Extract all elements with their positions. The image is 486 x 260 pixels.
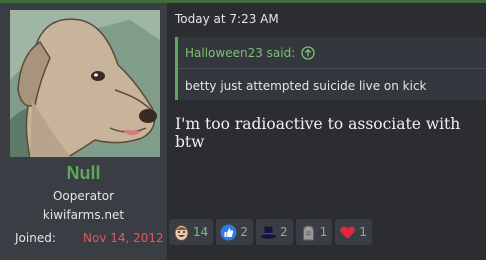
forum-post: Null Ooperator kiwifarms.net Joined: Nov… <box>0 3 486 260</box>
reaction-rip[interactable]: 1 <box>295 219 333 245</box>
reaction-heart[interactable]: 1 <box>335 219 372 245</box>
reaction-laugh-count: 14 <box>193 225 209 239</box>
message-body: I'm too radioactive to associate with bt… <box>175 115 461 151</box>
avatar[interactable] <box>10 10 160 157</box>
arrow-up-circle-icon[interactable] <box>301 46 315 60</box>
quote-text: betty just attempted suicide live on kic… <box>185 79 427 93</box>
user-panel: Null Ooperator kiwifarms.net Joined: Nov… <box>0 3 167 260</box>
heart-icon <box>340 226 355 239</box>
user-site: kiwifarms.net <box>42 208 125 222</box>
reaction-like-count: 2 <box>240 225 248 239</box>
reactions-bar: 14 2 2 1 1 <box>169 219 372 245</box>
quote-divider <box>178 68 486 69</box>
quote-header[interactable]: Halloween23 said: <box>185 46 315 60</box>
reaction-rip-count: 1 <box>319 225 328 239</box>
dog-avatar-icon <box>10 10 160 157</box>
reaction-heart-count: 1 <box>359 225 367 239</box>
joined-date: Nov 14, 2012 <box>83 231 164 245</box>
reaction-top-hat[interactable]: 2 <box>255 219 293 245</box>
laugh-face-icon <box>174 224 189 241</box>
quote-block: Halloween23 said: betty just attempted s… <box>175 37 486 100</box>
tombstone-icon <box>302 224 314 240</box>
message-area: Today at 7:23 AM Halloween23 said: betty… <box>167 3 486 260</box>
user-title: Ooperator <box>52 189 115 203</box>
reaction-like[interactable]: 2 <box>216 219 253 245</box>
username[interactable]: Null <box>0 163 167 184</box>
joined-label: Joined: <box>15 231 56 245</box>
top-hat-icon <box>260 226 276 239</box>
reaction-laugh[interactable]: 14 <box>169 219 214 245</box>
post-date[interactable]: Today at 7:23 AM <box>175 12 279 26</box>
reaction-top-hat-count: 2 <box>279 225 288 239</box>
quote-author[interactable]: Halloween23 said: <box>185 46 295 60</box>
thumbs-up-icon <box>220 224 237 240</box>
